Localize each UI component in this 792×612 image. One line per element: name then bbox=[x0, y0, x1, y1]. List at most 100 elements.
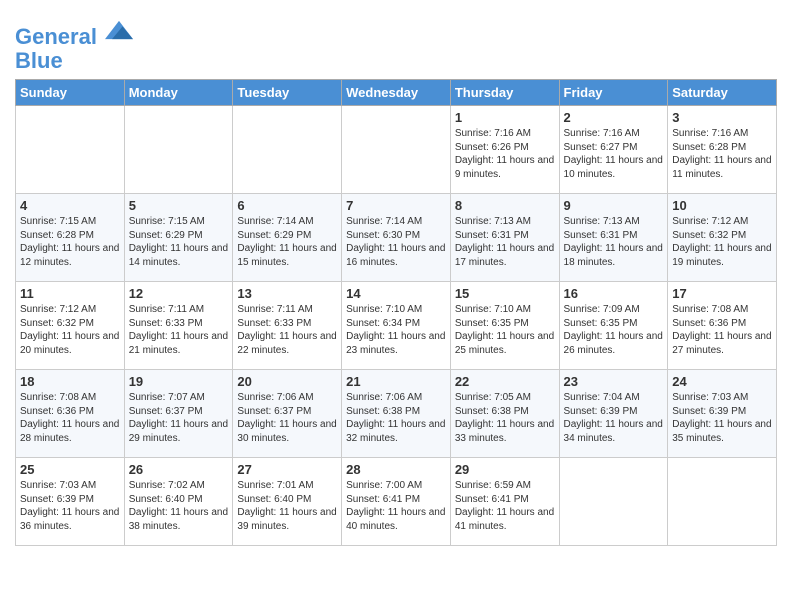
calendar-cell: 19 Sunrise: 7:07 AM Sunset: 6:37 PM Dayli… bbox=[124, 370, 233, 458]
week-row-4: 18 Sunrise: 7:08 AM Sunset: 6:36 PM Dayli… bbox=[16, 370, 777, 458]
calendar-cell: 24 Sunrise: 7:03 AM Sunset: 6:39 PM Dayli… bbox=[668, 370, 777, 458]
day-number: 3 bbox=[672, 110, 772, 125]
day-info: Sunrise: 7:08 AM Sunset: 6:36 PM Dayligh… bbox=[672, 303, 772, 357]
calendar-cell: 22 Sunrise: 7:05 AM Sunset: 6:38 PM Dayli… bbox=[450, 370, 559, 458]
calendar-cell bbox=[559, 458, 668, 546]
calendar-cell: 12 Sunrise: 7:11 AM Sunset: 6:33 PM Dayli… bbox=[124, 282, 233, 370]
day-number: 7 bbox=[346, 198, 446, 213]
logo-general: General bbox=[15, 24, 97, 49]
weekday-header-thursday: Thursday bbox=[450, 80, 559, 106]
week-row-1: 1 Sunrise: 7:16 AM Sunset: 6:26 PM Daylig… bbox=[16, 106, 777, 194]
logo-icon bbox=[105, 16, 133, 44]
calendar-cell: 21 Sunrise: 7:06 AM Sunset: 6:38 PM Dayli… bbox=[342, 370, 451, 458]
calendar-cell bbox=[668, 458, 777, 546]
calendar-cell: 10 Sunrise: 7:12 AM Sunset: 6:32 PM Dayli… bbox=[668, 194, 777, 282]
day-number: 6 bbox=[237, 198, 337, 213]
day-number: 19 bbox=[129, 374, 229, 389]
day-info: Sunrise: 7:16 AM Sunset: 6:26 PM Dayligh… bbox=[455, 127, 555, 181]
week-row-3: 11Sunrise: 7:12 AM Sunset: 6:32 PM Dayli… bbox=[16, 282, 777, 370]
calendar-cell: 20 Sunrise: 7:06 AM Sunset: 6:37 PM Dayli… bbox=[233, 370, 342, 458]
day-number: 24 bbox=[672, 374, 772, 389]
day-number: 15 bbox=[455, 286, 555, 301]
day-number: 26 bbox=[129, 462, 229, 477]
day-info: Sunrise: 7:16 AM Sunset: 6:27 PM Dayligh… bbox=[564, 127, 664, 181]
day-info: Sunrise: 7:10 AM Sunset: 6:34 PM Dayligh… bbox=[346, 303, 446, 357]
day-info: Sunrise: 7:13 AM Sunset: 6:31 PM Dayligh… bbox=[564, 215, 664, 269]
calendar-cell: 15Sunrise: 7:10 AM Sunset: 6:35 PM Dayli… bbox=[450, 282, 559, 370]
calendar-cell: 29 Sunrise: 6:59 AM Sunset: 6:41 PM Dayli… bbox=[450, 458, 559, 546]
calendar-cell: 7Sunrise: 7:14 AM Sunset: 6:30 PM Daylig… bbox=[342, 194, 451, 282]
weekday-header-saturday: Saturday bbox=[668, 80, 777, 106]
day-info: Sunrise: 6:59 AM Sunset: 6:41 PM Dayligh… bbox=[455, 479, 555, 533]
day-number: 23 bbox=[564, 374, 664, 389]
calendar-cell: 9 Sunrise: 7:13 AM Sunset: 6:31 PM Daylig… bbox=[559, 194, 668, 282]
calendar-cell bbox=[233, 106, 342, 194]
day-number: 25 bbox=[20, 462, 120, 477]
day-info: Sunrise: 7:04 AM Sunset: 6:39 PM Dayligh… bbox=[564, 391, 664, 445]
calendar-cell bbox=[124, 106, 233, 194]
day-number: 1 bbox=[455, 110, 555, 125]
calendar-cell: 17 Sunrise: 7:08 AM Sunset: 6:36 PM Dayli… bbox=[668, 282, 777, 370]
day-info: Sunrise: 7:02 AM Sunset: 6:40 PM Dayligh… bbox=[129, 479, 229, 533]
page-header: General Blue bbox=[15, 10, 777, 73]
day-number: 14 bbox=[346, 286, 446, 301]
weekday-header-sunday: Sunday bbox=[16, 80, 125, 106]
calendar-table: SundayMondayTuesdayWednesdayThursdayFrid… bbox=[15, 79, 777, 546]
day-number: 9 bbox=[564, 198, 664, 213]
day-number: 17 bbox=[672, 286, 772, 301]
calendar-cell: 13 Sunrise: 7:11 AM Sunset: 6:33 PM Dayli… bbox=[233, 282, 342, 370]
week-row-2: 4Sunrise: 7:15 AM Sunset: 6:28 PM Daylig… bbox=[16, 194, 777, 282]
calendar-cell: 28 Sunrise: 7:00 AM Sunset: 6:41 PM Dayli… bbox=[342, 458, 451, 546]
day-info: Sunrise: 7:15 AM Sunset: 6:29 PM Dayligh… bbox=[129, 215, 229, 269]
day-info: Sunrise: 7:11 AM Sunset: 6:33 PM Dayligh… bbox=[129, 303, 229, 357]
day-number: 11 bbox=[20, 286, 120, 301]
day-info: Sunrise: 7:08 AM Sunset: 6:36 PM Dayligh… bbox=[20, 391, 120, 445]
calendar-cell: 25 Sunrise: 7:03 AM Sunset: 6:39 PM Dayli… bbox=[16, 458, 125, 546]
calendar-cell: 2Sunrise: 7:16 AM Sunset: 6:27 PM Daylig… bbox=[559, 106, 668, 194]
calendar-cell bbox=[16, 106, 125, 194]
day-info: Sunrise: 7:11 AM Sunset: 6:33 PM Dayligh… bbox=[237, 303, 337, 357]
day-info: Sunrise: 7:07 AM Sunset: 6:37 PM Dayligh… bbox=[129, 391, 229, 445]
day-info: Sunrise: 7:05 AM Sunset: 6:38 PM Dayligh… bbox=[455, 391, 555, 445]
calendar-cell: 16 Sunrise: 7:09 AM Sunset: 6:35 PM Dayli… bbox=[559, 282, 668, 370]
day-number: 29 bbox=[455, 462, 555, 477]
day-number: 12 bbox=[129, 286, 229, 301]
day-info: Sunrise: 7:16 AM Sunset: 6:28 PM Dayligh… bbox=[672, 127, 772, 181]
day-number: 20 bbox=[237, 374, 337, 389]
day-info: Sunrise: 7:03 AM Sunset: 6:39 PM Dayligh… bbox=[672, 391, 772, 445]
calendar-cell: 14 Sunrise: 7:10 AM Sunset: 6:34 PM Dayli… bbox=[342, 282, 451, 370]
calendar-cell: 26 Sunrise: 7:02 AM Sunset: 6:40 PM Dayli… bbox=[124, 458, 233, 546]
day-number: 27 bbox=[237, 462, 337, 477]
week-row-5: 25 Sunrise: 7:03 AM Sunset: 6:39 PM Dayli… bbox=[16, 458, 777, 546]
day-number: 21 bbox=[346, 374, 446, 389]
day-number: 28 bbox=[346, 462, 446, 477]
weekday-header-monday: Monday bbox=[124, 80, 233, 106]
day-info: Sunrise: 7:12 AM Sunset: 6:32 PM Dayligh… bbox=[672, 215, 772, 269]
calendar-cell: 23 Sunrise: 7:04 AM Sunset: 6:39 PM Dayli… bbox=[559, 370, 668, 458]
weekday-header-tuesday: Tuesday bbox=[233, 80, 342, 106]
logo-blue: Blue bbox=[15, 49, 133, 73]
calendar-cell: 8Sunrise: 7:13 AM Sunset: 6:31 PM Daylig… bbox=[450, 194, 559, 282]
day-number: 18 bbox=[20, 374, 120, 389]
day-info: Sunrise: 7:00 AM Sunset: 6:41 PM Dayligh… bbox=[346, 479, 446, 533]
day-info: Sunrise: 7:09 AM Sunset: 6:35 PM Dayligh… bbox=[564, 303, 664, 357]
day-number: 10 bbox=[672, 198, 772, 213]
calendar-cell: 5 Sunrise: 7:15 AM Sunset: 6:29 PM Daylig… bbox=[124, 194, 233, 282]
calendar-cell: 6Sunrise: 7:14 AM Sunset: 6:29 PM Daylig… bbox=[233, 194, 342, 282]
logo: General Blue bbox=[15, 16, 133, 73]
day-number: 5 bbox=[129, 198, 229, 213]
day-number: 8 bbox=[455, 198, 555, 213]
day-number: 13 bbox=[237, 286, 337, 301]
day-number: 16 bbox=[564, 286, 664, 301]
weekday-header-row: SundayMondayTuesdayWednesdayThursdayFrid… bbox=[16, 80, 777, 106]
calendar-cell: 1 Sunrise: 7:16 AM Sunset: 6:26 PM Daylig… bbox=[450, 106, 559, 194]
day-info: Sunrise: 7:15 AM Sunset: 6:28 PM Dayligh… bbox=[20, 215, 120, 269]
day-info: Sunrise: 7:06 AM Sunset: 6:37 PM Dayligh… bbox=[237, 391, 337, 445]
day-number: 22 bbox=[455, 374, 555, 389]
calendar-cell: 4Sunrise: 7:15 AM Sunset: 6:28 PM Daylig… bbox=[16, 194, 125, 282]
day-info: Sunrise: 7:06 AM Sunset: 6:38 PM Dayligh… bbox=[346, 391, 446, 445]
calendar-cell: 18 Sunrise: 7:08 AM Sunset: 6:36 PM Dayli… bbox=[16, 370, 125, 458]
calendar-cell bbox=[342, 106, 451, 194]
day-info: Sunrise: 7:03 AM Sunset: 6:39 PM Dayligh… bbox=[20, 479, 120, 533]
weekday-header-wednesday: Wednesday bbox=[342, 80, 451, 106]
